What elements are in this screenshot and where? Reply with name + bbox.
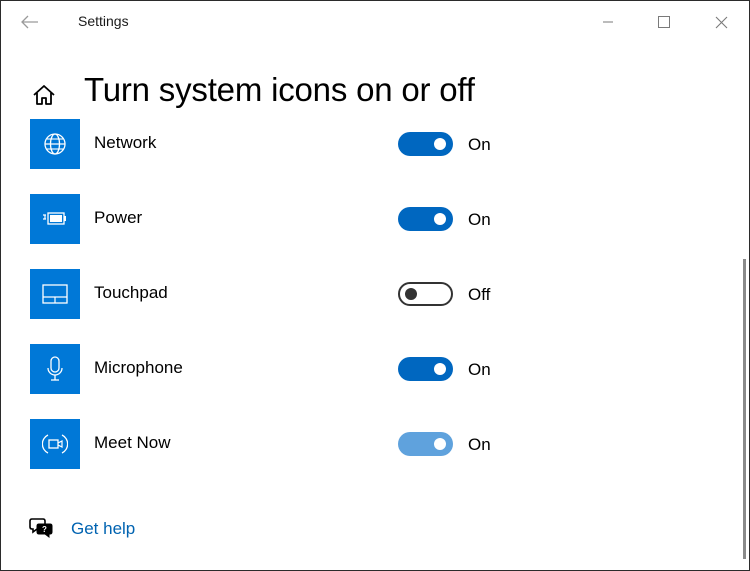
toggle-knob xyxy=(434,213,446,225)
maximize-icon xyxy=(658,16,670,28)
list-item-power: Power On xyxy=(1,194,749,244)
meet-now-icon xyxy=(42,434,68,454)
network-globe-icon xyxy=(44,133,66,155)
microphone-label: Microphone xyxy=(94,358,183,377)
maximize-button[interactable] xyxy=(651,9,677,35)
toggle-knob xyxy=(405,288,417,300)
touchpad-icon xyxy=(42,284,68,304)
touchpad-toggle[interactable] xyxy=(398,282,453,306)
touchpad-label: Touchpad xyxy=(94,283,168,302)
meet-now-toggle-state: On xyxy=(468,435,491,454)
power-icon-tile xyxy=(30,194,80,244)
back-arrow-icon xyxy=(21,15,38,29)
back-button[interactable] xyxy=(15,9,45,35)
power-battery-icon xyxy=(43,212,66,225)
meet-now-toggle[interactable] xyxy=(398,432,453,456)
touchpad-icon-tile xyxy=(30,269,80,319)
list-item-microphone: Microphone On xyxy=(1,344,749,394)
power-toggle[interactable] xyxy=(398,207,453,231)
list-item-touchpad: Touchpad Off xyxy=(1,269,749,319)
microphone-toggle-state: On xyxy=(468,360,491,379)
meet-now-label: Meet Now xyxy=(94,433,171,452)
list-item-meet-now: Meet Now On xyxy=(1,419,749,469)
toggle-knob xyxy=(434,438,446,450)
close-button[interactable] xyxy=(708,9,734,35)
page-title: Turn system icons on or off xyxy=(84,71,475,108)
microphone-icon-tile xyxy=(30,344,80,394)
settings-window: Settings Turn system icons on or off Net… xyxy=(0,0,750,571)
microphone-toggle[interactable] xyxy=(398,357,453,381)
vertical-scrollbar[interactable] xyxy=(743,259,746,559)
meet-now-icon-tile xyxy=(30,419,80,469)
microphone-icon xyxy=(47,356,63,381)
get-help-link[interactable]: Get help xyxy=(71,519,135,539)
title-bar: Settings xyxy=(1,1,749,43)
close-icon xyxy=(715,16,727,28)
network-label: Network xyxy=(94,133,157,152)
power-toggle-state: On xyxy=(468,210,491,229)
get-help-icon: ? xyxy=(29,518,53,538)
network-toggle[interactable] xyxy=(398,132,453,156)
svg-text:?: ? xyxy=(42,525,47,534)
touchpad-toggle-state: Off xyxy=(468,285,491,304)
network-icon-tile xyxy=(30,119,80,169)
minimize-icon xyxy=(603,21,613,23)
list-item-network: Network On xyxy=(1,119,749,169)
window-title: Settings xyxy=(78,13,129,29)
toggle-knob xyxy=(434,363,446,375)
toggle-knob xyxy=(434,138,446,150)
power-label: Power xyxy=(94,208,143,227)
network-toggle-state: On xyxy=(468,135,491,154)
home-icon xyxy=(33,85,55,105)
home-button[interactable] xyxy=(28,79,60,111)
minimize-button[interactable] xyxy=(595,9,621,35)
settings-list: Network On Power On Touchpad Off Microph… xyxy=(1,119,749,489)
